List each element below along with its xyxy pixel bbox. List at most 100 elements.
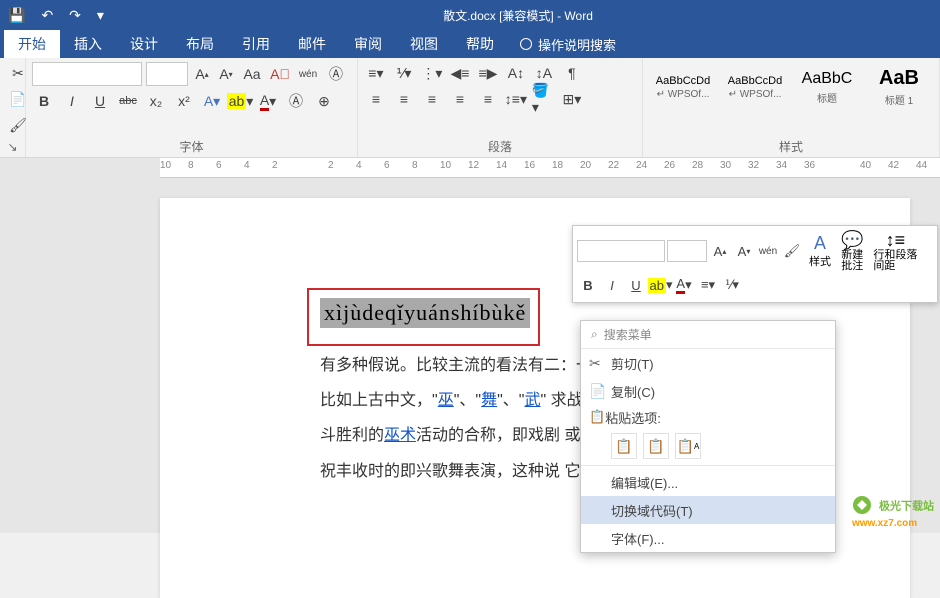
mini-bullets[interactable]: ≡▾	[697, 274, 719, 296]
watermark-name: 极光下载站	[879, 500, 934, 512]
tab-help[interactable]: 帮助	[452, 30, 508, 58]
window-title: 散文.docx [兼容模式] - Word	[104, 7, 932, 24]
mini-line-spacing[interactable]: ↕≡ 行和段落 间距	[869, 230, 921, 272]
subscript-button[interactable]: x₂	[144, 90, 168, 112]
clipboard-icon: 📋	[589, 409, 605, 425]
shading-button[interactable]: 🪣▾	[532, 88, 556, 110]
ctx-font[interactable]: 字体(F)...	[581, 524, 835, 552]
style-wpsof-1[interactable]: AaBbCcDd ↵ WPSOf...	[649, 70, 717, 105]
borders-button[interactable]: ⊞▾	[560, 88, 584, 110]
grow-font-button[interactable]: A▴	[192, 63, 212, 85]
tab-design[interactable]: 设计	[116, 30, 172, 58]
italic-button[interactable]: I	[60, 90, 84, 112]
mini-format-painter[interactable]: 🖌	[781, 240, 803, 262]
paste-text-only[interactable]: 📋A	[675, 433, 701, 459]
mini-new-comment[interactable]: 💬 新建 批注	[837, 230, 867, 272]
mini-font-color[interactable]: A▾	[673, 274, 695, 296]
justify-button[interactable]: ≡	[448, 88, 472, 110]
mini-ruby[interactable]: wén	[757, 240, 779, 262]
watermark-url: www.xz7.com	[852, 518, 934, 529]
highlight-box-selection	[307, 288, 540, 346]
quick-access-toolbar: 💾 ↶ ↷ ▾	[8, 7, 104, 24]
multilevel-button[interactable]: ⋮▾	[420, 62, 444, 84]
ruby-guide-button[interactable]: wén	[296, 63, 320, 85]
ctx-search[interactable]: ⌕ 搜索菜单	[581, 321, 835, 349]
tell-me-label: 操作说明搜索	[538, 35, 616, 54]
tell-me[interactable]: 操作说明搜索	[520, 35, 616, 54]
tab-view[interactable]: 视图	[396, 30, 452, 58]
styles-group-label: 样式	[649, 139, 933, 157]
tab-layout[interactable]: 布局	[172, 30, 228, 58]
paste-keep-formatting[interactable]: 📋	[611, 433, 637, 459]
numbering-button[interactable]: ⅟▾	[392, 62, 416, 84]
tab-mailings[interactable]: 邮件	[284, 30, 340, 58]
bullets-button[interactable]: ≡▾	[364, 62, 388, 84]
redo-icon[interactable]: ↷	[69, 7, 81, 24]
tab-review[interactable]: 审阅	[340, 30, 396, 58]
horizontal-ruler[interactable]: 1086422468101214161820222426283032343640…	[160, 158, 940, 178]
ribbon-tabs: 开始 插入 设计 布局 引用 邮件 审阅 视图 帮助 操作说明搜索	[0, 30, 940, 58]
style-title[interactable]: AaBbC 标题	[793, 65, 861, 110]
mini-font-size[interactable]	[667, 240, 707, 262]
mini-shrink-font[interactable]: A▾	[733, 240, 755, 262]
mini-underline[interactable]: U	[625, 274, 647, 296]
align-right-button[interactable]: ≡	[420, 88, 444, 110]
save-icon[interactable]: 💾	[8, 7, 25, 24]
line-spacing-button[interactable]: ↕≡▾	[504, 88, 528, 110]
clipboard-expand[interactable]: ↘	[6, 139, 19, 157]
text-effects-button[interactable]: A▾	[200, 90, 224, 112]
qa-more-icon[interactable]: ▾	[97, 7, 104, 24]
bold-button[interactable]: B	[32, 90, 56, 112]
style-preview: AaBbCcDd	[724, 75, 786, 87]
enclose-char-button[interactable]: ⊕	[312, 90, 336, 112]
mini-italic[interactable]: I	[601, 274, 623, 296]
clear-format-button[interactable]: A⃠	[268, 63, 292, 85]
tab-insert[interactable]: 插入	[60, 30, 116, 58]
style-heading-1[interactable]: AaB 标题 1	[865, 62, 933, 112]
align-left-button[interactable]: ≡	[364, 88, 388, 110]
style-preview: AaBbCcDd	[652, 75, 714, 87]
ctx-edit-field[interactable]: 编辑域(E)...	[581, 468, 835, 496]
style-label: 标题 1	[868, 92, 930, 107]
mini-numbering[interactable]: ⅟▾	[721, 274, 743, 296]
decrease-indent-button[interactable]: ◀≡	[448, 62, 472, 84]
bulb-icon	[520, 38, 532, 50]
style-wpsof-2[interactable]: AaBbCcDd ↵ WPSOf...	[721, 70, 789, 105]
underline-button[interactable]: U	[88, 90, 112, 112]
font-group: A▴ A▾ Aa A⃠ wén Ⓐ B I U abc x₂ x² A▾ ab▾…	[26, 58, 358, 157]
font-family-box[interactable]	[32, 62, 142, 86]
sort-button[interactable]: ↕A	[532, 62, 556, 84]
undo-icon[interactable]: ↶	[41, 7, 53, 24]
superscript-button[interactable]: x²	[172, 90, 196, 112]
paragraph-group: ≡▾ ⅟▾ ⋮▾ ◀≡ ≡▶ A↕ ↕A ¶ ≡ ≡ ≡ ≡ ≡ ↕≡▾ 🪣▾ …	[358, 58, 643, 157]
change-case-button[interactable]: Aa	[240, 63, 264, 85]
ctx-paste-header: 📋 粘贴选项:	[581, 405, 835, 429]
highlight-button[interactable]: ab▾	[228, 90, 252, 112]
style-gallery: AaBbCcDd ↵ WPSOf... AaBbCcDd ↵ WPSOf... …	[649, 62, 933, 112]
paste-merge-formatting[interactable]: 📋	[643, 433, 669, 459]
font-size-box[interactable]	[146, 62, 188, 86]
ctx-copy[interactable]: 📄 复制(C)	[581, 377, 835, 405]
char-border-button[interactable]: Ⓐ	[324, 63, 348, 85]
align-center-button[interactable]: ≡	[392, 88, 416, 110]
text-direction-button[interactable]: A↕	[504, 62, 528, 84]
paragraph-group-label: 段落	[364, 139, 636, 157]
font-color-button[interactable]: A▾	[256, 90, 280, 112]
ctx-cut[interactable]: ✂ 剪切(T)	[581, 349, 835, 377]
ctx-toggle-field-codes[interactable]: 切换域代码(T)	[581, 496, 835, 524]
mini-grow-font[interactable]: A▴	[709, 240, 731, 262]
increase-indent-button[interactable]: ≡▶	[476, 62, 500, 84]
scissors-icon: ✂	[589, 355, 611, 372]
mini-highlight[interactable]: ab▾	[649, 274, 671, 296]
char-shading-button[interactable]: Ⓐ	[284, 90, 308, 112]
mini-bold[interactable]: B	[577, 274, 599, 296]
mini-styles[interactable]: A 样式	[805, 233, 835, 269]
mini-font-family[interactable]	[577, 240, 665, 262]
distribute-button[interactable]: ≡	[476, 88, 500, 110]
show-marks-button[interactable]: ¶	[560, 62, 584, 84]
tab-references[interactable]: 引用	[228, 30, 284, 58]
strike-button[interactable]: abc	[116, 90, 140, 112]
ctx-separator	[581, 465, 835, 466]
tab-home[interactable]: 开始	[4, 30, 60, 58]
shrink-font-button[interactable]: A▾	[216, 63, 236, 85]
